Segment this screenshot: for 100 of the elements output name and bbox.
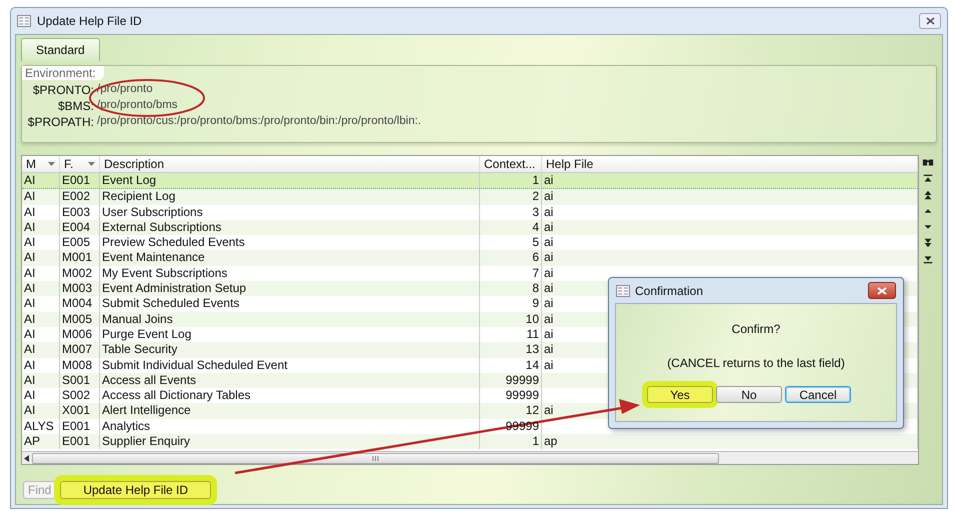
field-label: $PROPATH: bbox=[26, 115, 94, 129]
table-cell: E001 bbox=[62, 434, 90, 448]
table-cell: 12 bbox=[526, 403, 539, 418]
table-cell: ai bbox=[544, 220, 554, 234]
table-cell: S002 bbox=[62, 388, 90, 402]
close-button[interactable] bbox=[919, 13, 941, 29]
table-cell: ai bbox=[544, 266, 554, 280]
table-cell: ai bbox=[544, 204, 554, 219]
table-cell: Supplier Enquiry bbox=[102, 434, 190, 448]
horizontal-scrollbar[interactable] bbox=[22, 451, 918, 464]
table-cell: ai bbox=[544, 250, 554, 264]
table-cell: AI bbox=[24, 220, 36, 234]
table-cell: 3 bbox=[532, 204, 539, 219]
table-cell: 5 bbox=[532, 235, 539, 250]
table-cell: Access all Dictionary Tables bbox=[102, 388, 251, 402]
close-icon bbox=[926, 17, 934, 25]
tab[interactable]: Standard bbox=[21, 38, 100, 61]
table-cell: M001 bbox=[62, 250, 92, 264]
group-legend: Environment: bbox=[22, 66, 104, 80]
table-cell: 1 bbox=[532, 434, 539, 448]
table-cell: AI bbox=[24, 204, 36, 219]
table-cell: M003 bbox=[62, 281, 92, 296]
table-cell: 1 bbox=[532, 173, 539, 187]
table-cell: M008 bbox=[62, 358, 92, 372]
field-value: /pro/pronto bbox=[97, 83, 154, 97]
table-cell: Preview Scheduled Events bbox=[102, 235, 245, 250]
field-value: /pro/pronto/bms bbox=[97, 99, 179, 113]
scroll-left-icon[interactable] bbox=[24, 454, 29, 462]
table-row[interactable]: AI E002 Recipient Log 2 ai bbox=[22, 189, 918, 205]
table-cell: E005 bbox=[62, 235, 90, 250]
table-cell: 99999 bbox=[506, 388, 539, 402]
table-cell: 99999 bbox=[506, 372, 539, 387]
table-cell: M005 bbox=[62, 312, 92, 326]
table-cell: ai bbox=[544, 281, 554, 296]
table-cell: M004 bbox=[62, 296, 92, 310]
grip-icon bbox=[372, 456, 379, 460]
table-cell: E004 bbox=[62, 220, 90, 234]
table-cell: Submit Scheduled Events bbox=[102, 296, 240, 310]
table-cell: ai bbox=[544, 173, 554, 187]
table-cell: Submit Individual Scheduled Event bbox=[102, 358, 288, 372]
table-cell: 11 bbox=[526, 326, 539, 341]
table-cell: Access all Events bbox=[102, 372, 196, 387]
table-cell: 9 bbox=[532, 296, 539, 310]
table-cell: AI bbox=[24, 326, 36, 341]
table-row[interactable]: AI M001 Event Maintenance 6 ai bbox=[22, 250, 918, 266]
field-label: $BMS: bbox=[56, 99, 94, 113]
table-cell: M006 bbox=[62, 326, 92, 341]
table-cell: 13 bbox=[526, 342, 539, 356]
close-icon bbox=[877, 286, 887, 294]
table-cell: AI bbox=[24, 312, 36, 326]
table-cell: Table Security bbox=[102, 342, 178, 356]
table-cell: ALYS bbox=[24, 418, 54, 433]
column-header[interactable]: Description bbox=[100, 156, 480, 172]
field-value: /pro/pronto/cus:/pro/pronto/bms:/pro/pronto/bin:/pro/pronto/lbin:. bbox=[97, 115, 422, 129]
column-header[interactable]: Help File bbox=[542, 156, 918, 172]
table-cell: AI bbox=[24, 281, 36, 296]
table-cell: AI bbox=[24, 296, 36, 310]
form-icon bbox=[17, 15, 31, 27]
table-cell: X001 bbox=[62, 403, 90, 418]
table-cell: Event Maintenance bbox=[102, 250, 205, 264]
table-cell: 10 bbox=[526, 312, 539, 326]
table-row[interactable]: AP E001 Supplier Enquiry 1 ap bbox=[22, 434, 918, 450]
column-header[interactable]: Context... bbox=[480, 156, 542, 172]
table-cell: E002 bbox=[62, 189, 90, 204]
table-cell: AP bbox=[24, 434, 40, 448]
table-cell: User Subscriptions bbox=[102, 204, 203, 219]
table-cell: E003 bbox=[62, 204, 90, 219]
dialog-button[interactable]: Cancel bbox=[785, 386, 851, 403]
column-header[interactable]: M bbox=[22, 156, 60, 172]
table-cell: 4 bbox=[532, 220, 539, 234]
table-cell: ai bbox=[544, 358, 554, 372]
table-cell: Analytics bbox=[102, 418, 150, 433]
page-up-icon[interactable] bbox=[922, 189, 934, 201]
table-cell: ai bbox=[544, 296, 554, 310]
table-cell: Purge Event Log bbox=[102, 326, 192, 341]
table-cell: M007 bbox=[62, 342, 92, 356]
table-cell: Manual Joins bbox=[102, 312, 173, 326]
table-cell: My Event Subscriptions bbox=[102, 266, 228, 280]
table-row[interactable]: AI E004 External Subscriptions 4 ai bbox=[22, 220, 918, 236]
table-cell: E001 bbox=[62, 173, 90, 187]
table-cell: AI bbox=[24, 235, 36, 250]
table-cell: ai bbox=[544, 235, 554, 250]
table-cell: AI bbox=[24, 189, 36, 204]
table-cell: ap bbox=[544, 434, 558, 448]
close-button[interactable] bbox=[868, 282, 896, 299]
table-row[interactable]: AI E001 Event Log 1 ai bbox=[22, 173, 918, 190]
table-cell: 8 bbox=[532, 281, 539, 296]
table-cell: AI bbox=[24, 388, 36, 402]
table-cell: 14 bbox=[526, 358, 539, 372]
dialog-button[interactable]: No bbox=[716, 386, 782, 403]
table-cell: ai bbox=[544, 312, 554, 326]
table-cell: AI bbox=[24, 266, 36, 280]
table-cell: Event Log bbox=[102, 173, 156, 187]
column-header[interactable]: F. bbox=[60, 156, 100, 172]
table-cell: AI bbox=[24, 372, 36, 387]
table-cell: AI bbox=[24, 358, 36, 372]
table-cell: AI bbox=[24, 403, 36, 418]
table-cell: M002 bbox=[62, 266, 92, 280]
page-down-icon[interactable] bbox=[922, 237, 934, 249]
dialog-note: (CANCEL returns to the last field) bbox=[667, 356, 845, 370]
